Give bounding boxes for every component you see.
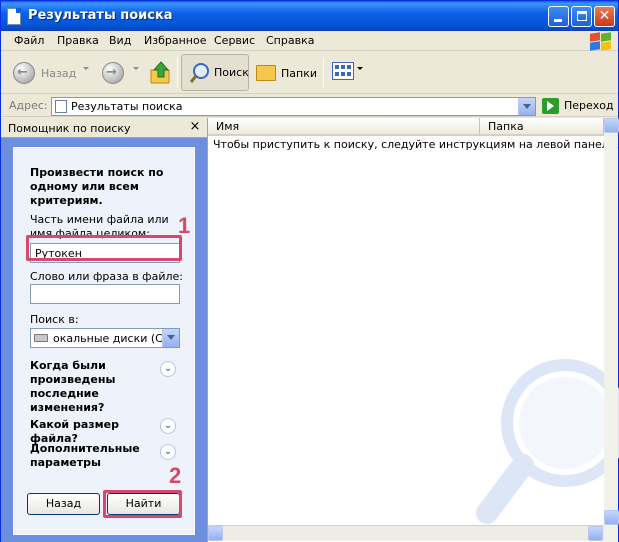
go-arrow-icon xyxy=(542,98,559,114)
search-panel-title: Помощник по поиску xyxy=(8,122,131,135)
menu-tools[interactable]: Сервис xyxy=(214,34,255,47)
results-hint: Чтобы приступить к поиску, следуйте инст… xyxy=(213,138,619,151)
window-title: Результаты поиска xyxy=(28,8,173,23)
lookin-select[interactable]: окальные диски (C:) xyxy=(30,328,180,348)
menu-edit[interactable]: Правка xyxy=(57,34,99,47)
scroll-right-button[interactable] xyxy=(588,526,603,541)
menu-view[interactable]: Вид xyxy=(109,34,131,47)
column-name-label: Имя xyxy=(216,120,240,133)
address-value: Результаты поиска xyxy=(71,100,183,113)
address-label: Адрес: xyxy=(9,99,48,112)
minimize-icon xyxy=(554,19,562,22)
section-advanced[interactable]: Дополнительные параметры xyxy=(30,442,150,470)
magnifier-watermark-icon xyxy=(476,359,619,524)
hard-drive-icon xyxy=(34,334,48,342)
chevron-down-icon[interactable]: ⌄ xyxy=(160,444,176,460)
menu-favorites[interactable]: Избранное xyxy=(144,34,206,47)
search-label: Поиск xyxy=(214,66,249,79)
folder-search-icon xyxy=(55,100,67,113)
title-bar[interactable]: Результаты поиска ✕ xyxy=(1,1,618,31)
windows-logo-icon xyxy=(586,32,612,51)
go-button[interactable]: Переход xyxy=(541,97,617,116)
folders-button[interactable]: Папки xyxy=(254,57,318,89)
lookin-label: Поиск в: xyxy=(30,313,79,326)
views-icon[interactable] xyxy=(332,62,354,80)
close-icon: ✕ xyxy=(598,8,611,24)
maximize-icon xyxy=(577,11,587,21)
close-panel-button[interactable]: × xyxy=(187,119,203,135)
back-search-button[interactable]: Назад xyxy=(27,493,100,515)
forward-button[interactable]: → xyxy=(100,57,130,89)
go-label: Переход xyxy=(564,99,614,112)
section-when-modified[interactable]: Когда были произведены последние изменен… xyxy=(30,359,150,415)
scroll-left-button[interactable] xyxy=(208,526,223,541)
callout-box-filename xyxy=(26,235,182,261)
folder-up-icon[interactable] xyxy=(150,60,172,84)
folders-label: Папки xyxy=(281,67,317,80)
folder-search-icon xyxy=(7,8,21,25)
back-label: Назад xyxy=(41,67,77,80)
phrase-input[interactable] xyxy=(30,284,180,304)
results-panel: Имя Папка Чтобы приступить к поиску, сле… xyxy=(207,118,619,542)
search-form: Произвести поиск по одному или всем крит… xyxy=(13,147,195,535)
close-button[interactable]: ✕ xyxy=(594,6,615,27)
menu-file[interactable]: Файл xyxy=(14,34,44,47)
menu-bar: Файл Правка Вид Избранное Сервис Справка xyxy=(1,31,618,51)
search-panel-header: Помощник по поиску × xyxy=(1,118,207,138)
chevron-down-icon[interactable]: ⌄ xyxy=(160,418,176,434)
minimize-button[interactable] xyxy=(548,6,569,27)
folders-icon xyxy=(256,65,276,81)
column-name-header[interactable]: Имя xyxy=(208,118,480,136)
column-folder-label: Папка xyxy=(488,120,524,133)
chevron-down-icon[interactable]: ⌄ xyxy=(160,361,176,377)
forward-dropdown-icon[interactable] xyxy=(133,67,139,70)
lookin-value: окальные диски (C:) xyxy=(53,332,171,345)
address-input[interactable]: Результаты поиска xyxy=(51,97,536,116)
magnifier-icon xyxy=(189,63,209,83)
toolbar: ← Назад → Поиск Папки xyxy=(1,52,618,94)
forward-arrow-icon: → xyxy=(102,62,124,84)
lookin-dropdown-button[interactable] xyxy=(162,329,179,347)
address-bar: Адрес: Результаты поиска Переход xyxy=(1,95,618,117)
search-heading: Произвести поиск по одному или всем крит… xyxy=(30,166,164,207)
views-dropdown-icon[interactable] xyxy=(357,67,363,70)
back-button[interactable]: ← Назад xyxy=(11,57,81,89)
maximize-button[interactable] xyxy=(571,6,592,27)
phrase-label: Слово или фраза в файле: xyxy=(30,270,183,283)
callout-box-find xyxy=(103,490,182,518)
address-dropdown-button[interactable] xyxy=(518,98,535,115)
horizontal-scrollbar[interactable] xyxy=(208,525,604,541)
vertical-scrollbar[interactable] xyxy=(604,118,619,542)
menu-help[interactable]: Справка xyxy=(266,34,314,47)
back-arrow-icon: ← xyxy=(13,62,35,84)
search-button[interactable]: Поиск xyxy=(181,54,249,91)
explorer-window: Результаты поиска ✕ Файл Правка Вид Избр… xyxy=(0,0,619,542)
callout-number-1: 1 xyxy=(178,213,191,238)
back-dropdown-icon[interactable] xyxy=(83,67,89,70)
toolbar-separator xyxy=(177,58,178,88)
scroll-down-button[interactable] xyxy=(604,510,619,525)
scroll-up-button[interactable] xyxy=(604,118,619,133)
column-folder-header[interactable]: Папка xyxy=(480,118,604,136)
callout-number-2: 2 xyxy=(169,463,182,488)
toolbar-separator xyxy=(323,58,324,88)
